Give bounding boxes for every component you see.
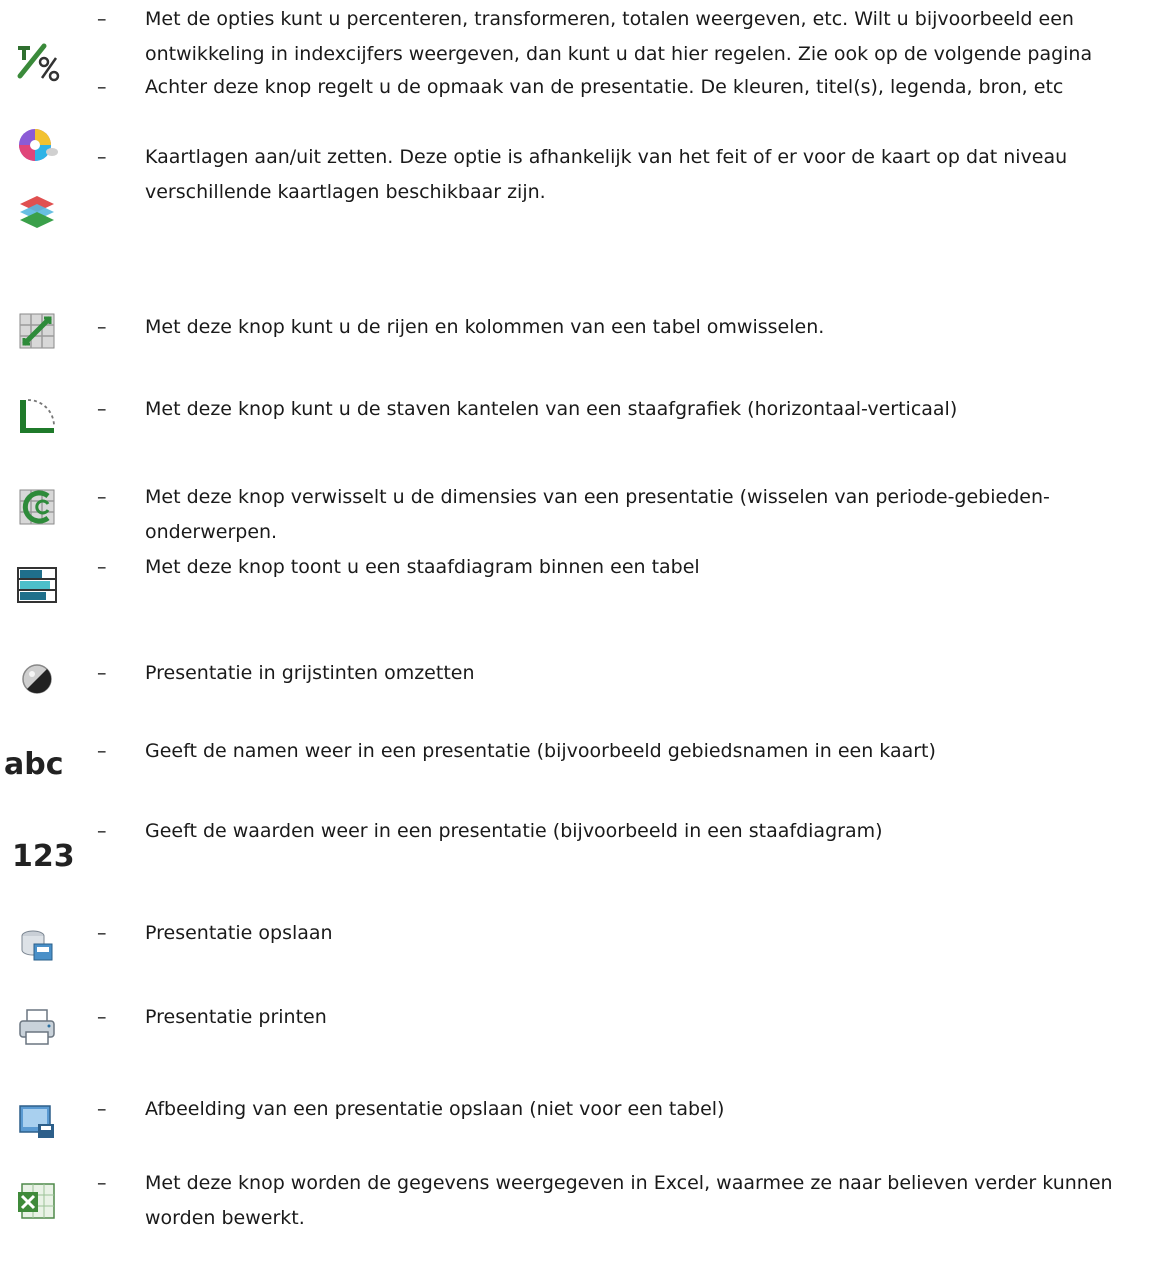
list-dash: – <box>97 316 107 338</box>
grayscale-icon[interactable] <box>14 656 60 702</box>
save-presentation-icon[interactable] <box>14 922 60 968</box>
rotate-bars-icon[interactable] <box>14 392 60 438</box>
list-dash: – <box>97 1172 107 1194</box>
list-item-text: Met deze knop toont u een staafdiagram b… <box>145 556 700 578</box>
list-dash: – <box>97 486 107 508</box>
list-item-text: Geeft de namen weer in een presentatie (… <box>145 740 936 762</box>
list-dash: – <box>97 398 107 420</box>
list-dash: – <box>97 8 107 30</box>
percent-transform-icon[interactable] <box>14 38 60 84</box>
list-item-text: Achter deze knop regelt u de opmaak van … <box>145 76 1064 98</box>
list-dash: – <box>97 740 107 762</box>
excel-export-icon[interactable] <box>14 1178 60 1224</box>
list-item-text: Met de opties kunt u percenteren, transf… <box>145 8 1093 65</box>
bar-in-table-icon[interactable] <box>14 562 60 608</box>
list-dash: – <box>97 662 107 684</box>
show-names-label: abc <box>4 747 64 782</box>
list-item-text: Presentatie opslaan <box>145 922 333 944</box>
list-dash: – <box>97 76 107 98</box>
list-dash: – <box>97 1006 107 1028</box>
list-dash: – <box>97 820 107 842</box>
list-item-text: Presentatie in grijstinten omzetten <box>145 662 475 684</box>
show-values-icon[interactable]: 123 <box>12 834 82 880</box>
save-image-icon[interactable] <box>14 1098 60 1144</box>
list-dash: – <box>97 922 107 944</box>
list-dash: – <box>97 556 107 578</box>
show-names-icon[interactable]: abc <box>4 742 74 788</box>
list-item-text: Met deze knop kunt u de staven kantelen … <box>145 398 958 420</box>
list-item-text: Met deze knop kunt u de rijen en kolomme… <box>145 316 825 338</box>
list-item-text: Afbeelding van een presentatie opslaan (… <box>145 1098 725 1120</box>
print-icon[interactable] <box>14 1004 60 1050</box>
list-item-text: Met deze knop verwisselt u de dimensies … <box>145 486 1050 543</box>
list-item-text: Kaartlagen aan/uit zetten. Deze optie is… <box>145 146 1068 203</box>
list-item-text: Presentatie printen <box>145 1006 327 1028</box>
list-item-text: Geeft de waarden weer in een presentatie… <box>145 820 883 842</box>
show-values-label: 123 <box>12 839 75 874</box>
list-dash: – <box>97 146 107 168</box>
color-palette-icon[interactable] <box>14 122 60 168</box>
list-dash: – <box>97 1098 107 1120</box>
swap-rows-columns-icon[interactable] <box>14 308 60 354</box>
swap-dimensions-icon[interactable] <box>14 484 60 530</box>
map-layers-icon[interactable] <box>14 190 60 236</box>
list-item-text: Met deze knop worden de gegevens weergeg… <box>145 1172 1113 1229</box>
